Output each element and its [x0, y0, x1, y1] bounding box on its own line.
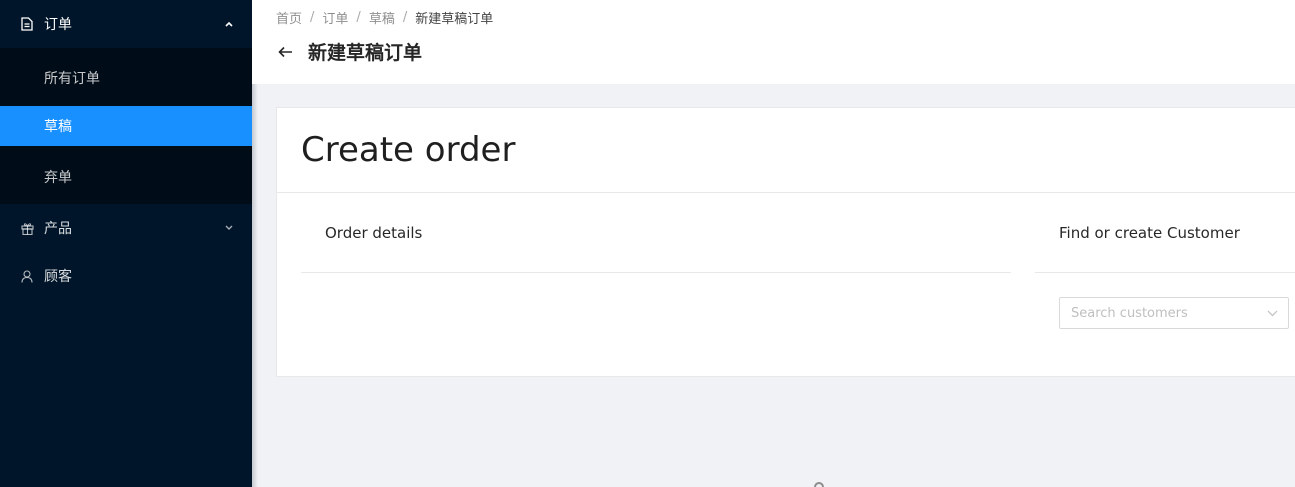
breadcrumb-drafts[interactable]: 草稿	[369, 8, 395, 27]
file-icon	[20, 17, 34, 31]
sidebar-item-label: 草稿	[44, 119, 72, 135]
sidebar-item-label: 产品	[44, 221, 72, 237]
chevron-down-icon	[224, 223, 234, 233]
sidebar-item-label: 订单	[44, 17, 72, 33]
sidebar-item-drafts[interactable]: 草稿	[0, 106, 252, 146]
sidebar-item-abandoned[interactable]: 弃单	[0, 154, 252, 204]
sidebar-item-label: 所有订单	[44, 71, 100, 87]
sidebar-item-orders[interactable]: 订单	[0, 0, 252, 48]
chevron-down-icon	[1266, 307, 1278, 319]
breadcrumb-current: 新建草稿订单	[415, 12, 494, 27]
back-arrow-icon[interactable]	[276, 43, 294, 61]
breadcrumb-separator: /	[402, 10, 408, 25]
customer-search-select[interactable]: Search customers	[1059, 297, 1289, 329]
order-details-section: Order details	[301, 193, 1011, 273]
card-header: Create order	[277, 108, 1295, 193]
breadcrumb: 首页 / 订单 / 草稿 / 新建草稿订单	[276, 8, 493, 27]
user-icon	[20, 269, 34, 283]
sidebar-item-all-orders[interactable]: 所有订单	[0, 58, 252, 98]
sidebar-item-label: 弃单	[44, 170, 72, 186]
breadcrumb-separator: /	[356, 10, 361, 25]
loading-spinner-icon	[814, 482, 824, 487]
breadcrumb-separator: /	[310, 10, 315, 25]
card-title: Create order	[301, 130, 516, 170]
breadcrumb-home[interactable]: 首页	[276, 8, 302, 27]
chevron-up-icon	[224, 19, 234, 29]
customer-search-placeholder: Search customers	[1071, 305, 1188, 321]
customer-section: Find or create Customer Search customers	[1035, 193, 1295, 329]
gift-icon	[20, 221, 34, 235]
page-title: 新建草稿订单	[308, 42, 423, 64]
sidebar-item-products[interactable]: 产品	[0, 204, 252, 252]
sidebar: 订单 所有订单 草稿 弃单 产品 顾客	[0, 0, 252, 487]
header-title-row: 新建草稿订单	[276, 38, 422, 65]
order-details-title: Order details	[301, 193, 1011, 273]
page-header: 首页 / 订单 / 草稿 / 新建草稿订单 新建草稿订单	[252, 0, 1295, 84]
create-order-card: Create order Order details Find or creat…	[276, 107, 1295, 377]
customer-section-title: Find or create Customer	[1035, 193, 1295, 273]
orders-submenu: 所有订单 草稿 弃单	[0, 48, 252, 204]
sidebar-item-label: 顾客	[44, 269, 72, 285]
sidebar-item-customers[interactable]: 顾客	[0, 252, 252, 300]
breadcrumb-orders[interactable]: 订单	[322, 8, 348, 27]
